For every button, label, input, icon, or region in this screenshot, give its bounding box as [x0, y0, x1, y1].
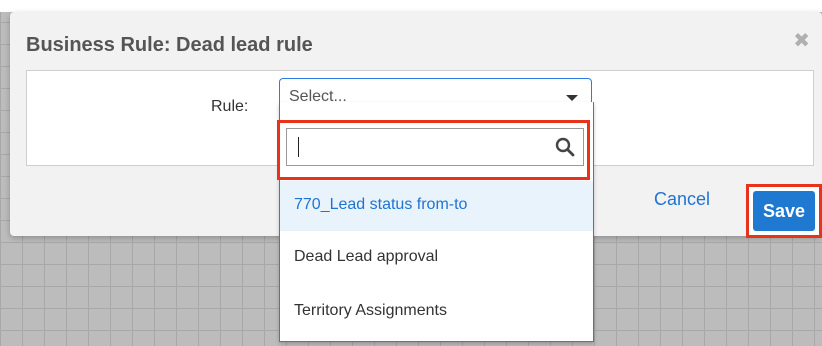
text-cursor: [298, 137, 299, 157]
dialog-title: Business Rule: Dead lead rule: [26, 34, 313, 56]
search-icon: [555, 137, 575, 157]
dropdown-option[interactable]: Dead Lead approval: [280, 233, 593, 283]
dropdown-option[interactable]: Territory Assignments: [280, 287, 593, 337]
caret-down-icon: [566, 95, 578, 101]
save-button[interactable]: Save: [753, 191, 815, 231]
cancel-button[interactable]: Cancel: [654, 189, 710, 210]
page-header-strip: [0, 0, 822, 12]
close-icon[interactable]: ✖: [793, 28, 810, 53]
dropdown-option[interactable]: 770_Lead status from-to: [280, 181, 593, 231]
rule-label: Rule:: [211, 98, 249, 115]
search-input[interactable]: [286, 128, 584, 166]
